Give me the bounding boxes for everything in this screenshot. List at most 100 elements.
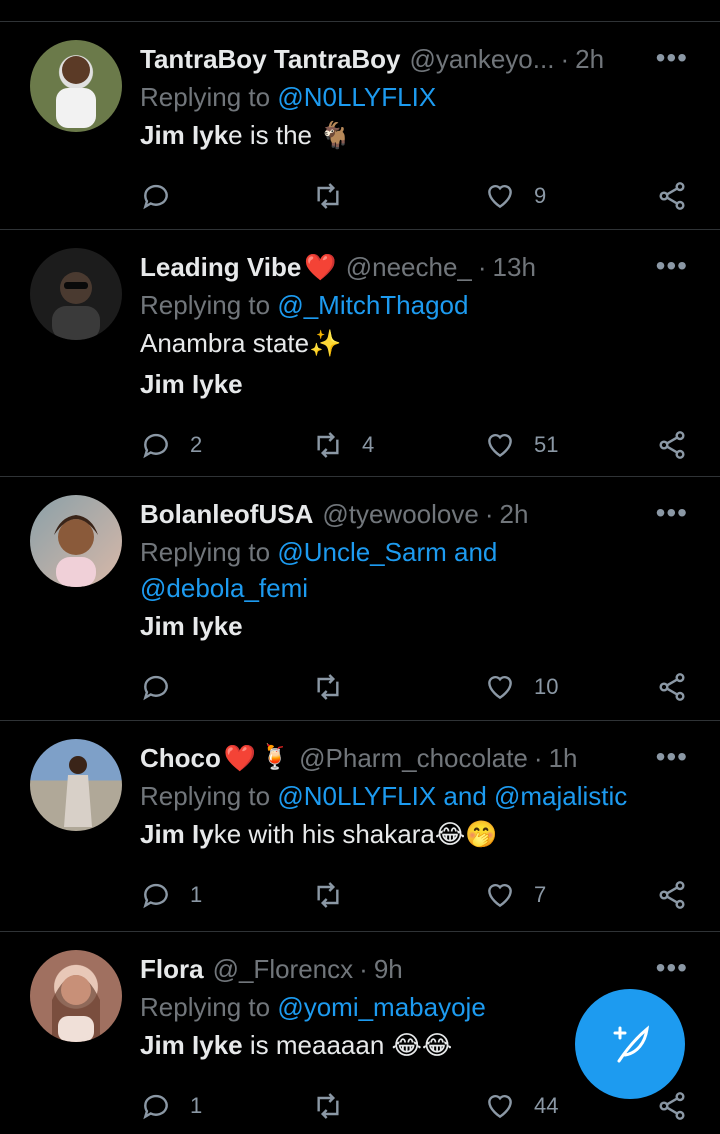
reply-icon (143, 1094, 168, 1120)
replying-to-link[interactable]: @N0LLYFLIX and @majalistic (277, 781, 627, 811)
tweet-header: Leading Vibe ❤️ @neeche_ · 13h (140, 251, 690, 283)
more-options-icon[interactable]: ••• (656, 42, 688, 74)
compose-tweet-button[interactable] (575, 989, 685, 1099)
retweet-icon (317, 183, 339, 209)
retweet-button[interactable] (312, 1090, 344, 1122)
avatar[interactable] (30, 495, 122, 587)
author-name[interactable]: Choco (140, 742, 221, 774)
like-count: 44 (534, 1093, 559, 1118)
avatar[interactable] (30, 248, 122, 340)
author-handle[interactable]: @Pharm_chocolate (299, 742, 528, 774)
timestamp[interactable]: 13h (493, 251, 536, 283)
avatar[interactable] (30, 739, 122, 831)
tweet-actions: 1 7 (140, 867, 690, 923)
replying-to: Replying to @N0LLYFLIX (140, 79, 690, 115)
replying-to-link[interactable]: @N0LLYFLIX (277, 82, 436, 112)
tweet-header: TantraBoy TantraBoy @yankeyo... · 2h (140, 43, 690, 75)
heart-icon (488, 1094, 512, 1119)
share-button[interactable] (656, 180, 688, 212)
reply-count: 1 (190, 1093, 203, 1118)
reply-icon (143, 675, 168, 701)
replying-to-link[interactable]: @yomi_mabayoje (277, 992, 485, 1022)
retweet-button[interactable] (312, 180, 344, 212)
share-button[interactable] (656, 1090, 688, 1122)
like-button[interactable]: 44 (484, 1090, 558, 1122)
avatar[interactable] (30, 40, 122, 132)
author-name[interactable]: TantraBoy TantraBoy (140, 43, 401, 75)
retweet-icon (317, 674, 339, 700)
separator-dot: · (484, 499, 494, 529)
reply-button[interactable]: 2 (140, 429, 202, 461)
like-button[interactable]: 7 (484, 879, 546, 911)
separator-dot: · (359, 954, 368, 984)
more-options-icon[interactable]: ••• (656, 741, 688, 773)
heart-icon (488, 883, 512, 908)
timestamp[interactable]: 2h (575, 43, 604, 75)
replying-to-label: Replying to (140, 290, 278, 320)
reply-feed: TantraBoy TantraBoy @yankeyo... · 2h •••… (0, 22, 720, 1132)
heart-icon (488, 433, 512, 458)
reply-button[interactable]: 1 (140, 879, 202, 911)
heart-emoji: ❤️ (304, 252, 337, 282)
retweet-icon (317, 1093, 339, 1119)
separator-dot: · (533, 743, 543, 773)
author-name[interactable]: Leading Vibe (140, 251, 301, 283)
tweet-text-bold: Jim Iyk (140, 120, 229, 150)
replying-to-label: Replying to (140, 781, 278, 811)
reply-icon (143, 883, 168, 909)
retweet-button[interactable]: 4 (312, 429, 374, 461)
like-button[interactable]: 9 (484, 180, 546, 212)
replying-to: Replying to @Uncle_Sarm and @debola_femi (140, 534, 690, 606)
reply-count: 2 (190, 432, 203, 457)
share-button[interactable] (656, 671, 688, 703)
reply-icon (143, 184, 168, 210)
share-button[interactable] (656, 879, 688, 911)
timestamp[interactable]: 9h (374, 953, 403, 985)
separator-dot: · (477, 252, 487, 282)
reply-button[interactable] (140, 180, 172, 212)
like-button[interactable]: 10 (484, 671, 558, 703)
retweet-button[interactable] (312, 671, 344, 703)
separator-dot: · (560, 44, 570, 74)
author-handle[interactable]: @tyewoolove (322, 498, 478, 530)
share-icon (659, 673, 685, 701)
retweet-button[interactable] (312, 879, 344, 911)
author-handle[interactable]: @neeche_ (346, 251, 472, 283)
more-options-icon[interactable]: ••• (656, 497, 688, 529)
replying-to-link[interactable]: @debola_femi (140, 573, 308, 603)
tweet[interactable]: TantraBoy TantraBoy @yankeyo... · 2h •••… (0, 22, 720, 230)
reply-count: 1 (190, 882, 203, 907)
tweet[interactable]: Choco ❤️ 🍹 @Pharm_chocolate · 1h ••• Rep… (0, 721, 720, 932)
author-handle[interactable]: @_Florencx (213, 953, 354, 985)
tweet-text-rest: e is the 🐐 (228, 120, 352, 150)
tweet-text-line: Jim Iyke (140, 611, 243, 641)
tweet[interactable]: BolanleofUSA @tyewoolove · 2h ••• Replyi… (0, 477, 720, 721)
reply-button[interactable] (140, 671, 172, 703)
more-options-icon[interactable]: ••• (656, 250, 688, 282)
replying-to-link[interactable]: @_MitchThagod (277, 290, 468, 320)
share-button[interactable] (656, 429, 688, 461)
replying-to-label: Replying to (140, 82, 278, 112)
share-icon (659, 1092, 685, 1120)
share-icon (659, 431, 685, 459)
share-icon (659, 881, 685, 909)
author-handle[interactable]: @yankeyo... (410, 43, 555, 75)
replying-to-label: Replying to (140, 992, 278, 1022)
reply-icon (143, 433, 168, 459)
timestamp[interactable]: 2h (500, 498, 529, 530)
replying-to-link[interactable]: @Uncle_Sarm and (277, 537, 497, 567)
like-button[interactable]: 51 (484, 429, 558, 461)
retweet-icon (317, 432, 339, 458)
tweet[interactable]: Leading Vibe ❤️ @neeche_ · 13h ••• Reply… (0, 230, 720, 477)
tweet-text-rest: is meaaaan 😂😂 (242, 1030, 453, 1060)
author-name[interactable]: BolanleofUSA (140, 498, 313, 530)
avatar[interactable] (30, 950, 122, 1042)
tweet-text-rest: ke with his shakara😂🤭 (213, 819, 498, 849)
author-name[interactable]: Flora (140, 953, 204, 985)
reply-button[interactable]: 1 (140, 1090, 202, 1122)
compose-feather-icon (613, 1025, 650, 1063)
timestamp[interactable]: 1h (549, 742, 578, 774)
like-count: 7 (534, 882, 547, 907)
more-options-icon[interactable]: ••• (656, 952, 688, 984)
replying-to: Replying to @N0LLYFLIX and @majalistic (140, 778, 690, 814)
